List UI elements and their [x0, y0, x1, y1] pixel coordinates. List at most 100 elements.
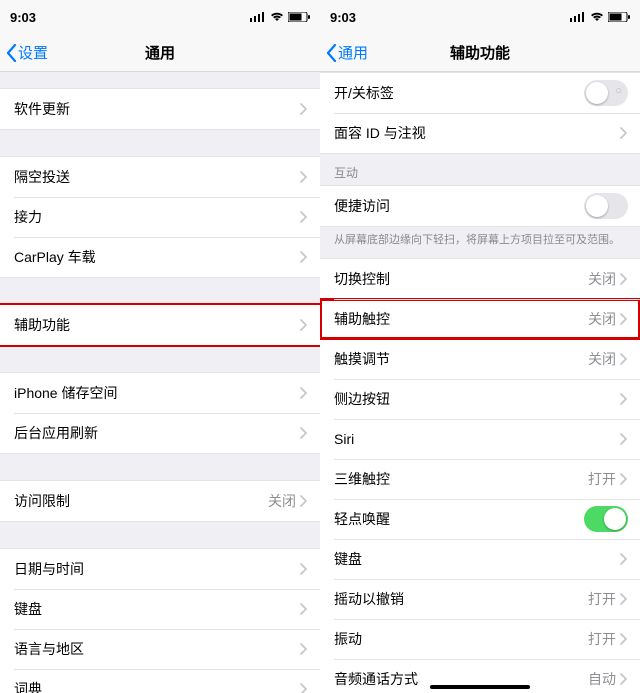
settings-cell[interactable]: 面容 ID 与注视: [320, 113, 640, 153]
settings-group: 访问限制关闭: [0, 480, 320, 522]
settings-cell[interactable]: 侧边按钮: [320, 379, 640, 419]
chevron-right-icon: [620, 553, 628, 565]
cell-label: 便捷访问: [334, 196, 584, 216]
status-bar: 9:03: [320, 0, 640, 34]
settings-group: 日期与时间键盘语言与地区词典: [0, 548, 320, 693]
screen-general: 9:03 设置 通用 软件更新隔空投送接力CarPlay 车载辅助功能iPhon…: [0, 0, 320, 693]
status-time: 9:03: [330, 10, 356, 25]
cell-label: 三维触控: [334, 469, 588, 489]
cell-label: 开/关标签: [334, 83, 584, 103]
chevron-right-icon: [300, 103, 308, 115]
screen-accessibility: 9:03 通用 辅助功能 开/关标签面容 ID 与注视互动便捷访问从屏幕底部边缘…: [320, 0, 640, 693]
section-gap: [0, 130, 320, 156]
cell-label: 轻点唤醒: [334, 509, 584, 529]
settings-group: iPhone 储存空间后台应用刷新: [0, 372, 320, 454]
settings-cell[interactable]: 辅助功能: [0, 305, 320, 345]
cell-label: 接力: [14, 207, 300, 227]
settings-cell[interactable]: CarPlay 车载: [0, 237, 320, 277]
cell-label: iPhone 储存空间: [14, 383, 300, 403]
cell-value: 关闭: [588, 309, 616, 329]
settings-group: 软件更新: [0, 88, 320, 130]
cell-label: 面容 ID 与注视: [334, 123, 620, 143]
toggle-switch[interactable]: [584, 193, 628, 219]
settings-group: 隔空投送接力 CarPlay 车载: [0, 156, 320, 278]
cell-label: 触摸调节: [334, 349, 588, 369]
settings-cell[interactable]: 轻点唤醒: [320, 499, 640, 539]
status-indicators: [570, 10, 630, 25]
chevron-right-icon: [620, 353, 628, 365]
settings-cell[interactable]: 辅助触控关闭: [320, 299, 640, 339]
settings-group: 开/关标签面容 ID 与注视: [320, 72, 640, 154]
cell-label: 侧边按钮: [334, 389, 620, 409]
cell-label: 辅助触控: [334, 309, 588, 329]
status-bar: 9:03: [0, 0, 320, 34]
chevron-right-icon: [300, 643, 308, 655]
chevron-right-icon: [300, 211, 308, 223]
cell-value: 关闭: [268, 491, 296, 511]
chevron-right-icon: [620, 633, 628, 645]
settings-cell[interactable]: 摇动以撤销打开: [320, 579, 640, 619]
settings-cell[interactable]: iPhone 储存空间: [0, 373, 320, 413]
section-header: 互动: [320, 154, 640, 185]
settings-cell[interactable]: 振动打开: [320, 619, 640, 659]
settings-cell[interactable]: Siri: [320, 419, 640, 459]
settings-cell[interactable]: 访问限制关闭: [0, 481, 320, 521]
status-indicators: [250, 10, 310, 25]
settings-cell[interactable]: 后台应用刷新: [0, 413, 320, 453]
settings-cell[interactable]: 开/关标签: [320, 73, 640, 113]
back-button[interactable]: 设置: [4, 42, 50, 63]
cell-label: 切换控制: [334, 269, 588, 289]
back-button[interactable]: 通用: [324, 42, 370, 63]
signal-icon: [570, 10, 586, 25]
cell-label: 键盘: [334, 549, 620, 569]
chevron-right-icon: [300, 387, 308, 399]
cell-label: 软件更新: [14, 99, 300, 119]
section-gap: [0, 346, 320, 372]
settings-cell[interactable]: 软件更新: [0, 89, 320, 129]
home-indicator[interactable]: [430, 685, 530, 689]
settings-cell[interactable]: 接力: [0, 197, 320, 237]
section-gap: [0, 278, 320, 304]
section-gap: 互动: [320, 154, 640, 185]
wifi-icon: [270, 10, 284, 25]
chevron-right-icon: [620, 127, 628, 139]
chevron-right-icon: [300, 563, 308, 575]
cell-value: 关闭: [588, 269, 616, 289]
wifi-icon: [590, 10, 604, 25]
back-label: 通用: [338, 42, 368, 63]
section-gap: [0, 72, 320, 88]
settings-cell[interactable]: 隔空投送: [0, 157, 320, 197]
settings-cell[interactable]: 日期与时间: [0, 549, 320, 589]
toggle-switch[interactable]: [584, 506, 628, 532]
cell-label: 隔空投送: [14, 167, 300, 187]
cell-value: 打开: [588, 589, 616, 609]
cell-label: 摇动以撤销: [334, 589, 588, 609]
settings-cell[interactable]: 键盘: [320, 539, 640, 579]
settings-cell[interactable]: 触摸调节关闭: [320, 339, 640, 379]
toggle-switch[interactable]: [584, 80, 628, 106]
cell-label: Siri: [334, 431, 620, 447]
chevron-left-icon: [326, 44, 338, 62]
cell-label: 后台应用刷新: [14, 423, 300, 443]
chevron-right-icon: [620, 393, 628, 405]
settings-cell[interactable]: 语言与地区: [0, 629, 320, 669]
battery-icon: [608, 10, 630, 25]
chevron-right-icon: [620, 433, 628, 445]
settings-cell[interactable]: 词典: [0, 669, 320, 693]
chevron-right-icon: [620, 313, 628, 325]
back-label: 设置: [18, 42, 48, 63]
cell-label: 键盘: [14, 599, 300, 619]
signal-icon: [250, 10, 266, 25]
cell-label: 辅助功能: [14, 315, 300, 335]
settings-cell[interactable]: 切换控制关闭: [320, 259, 640, 299]
accessibility-list: 开/关标签面容 ID 与注视互动便捷访问从屏幕底部边缘向下轻扫，将屏幕上方项目拉…: [320, 72, 640, 693]
cell-value: 打开: [588, 629, 616, 649]
chevron-right-icon: [300, 427, 308, 439]
chevron-right-icon: [620, 673, 628, 685]
settings-cell[interactable]: 便捷访问: [320, 186, 640, 226]
settings-group: 辅助功能: [0, 304, 320, 346]
settings-cell[interactable]: 三维触控打开: [320, 459, 640, 499]
cell-label: 访问限制: [14, 491, 268, 511]
chevron-right-icon: [300, 251, 308, 263]
settings-cell[interactable]: 键盘: [0, 589, 320, 629]
